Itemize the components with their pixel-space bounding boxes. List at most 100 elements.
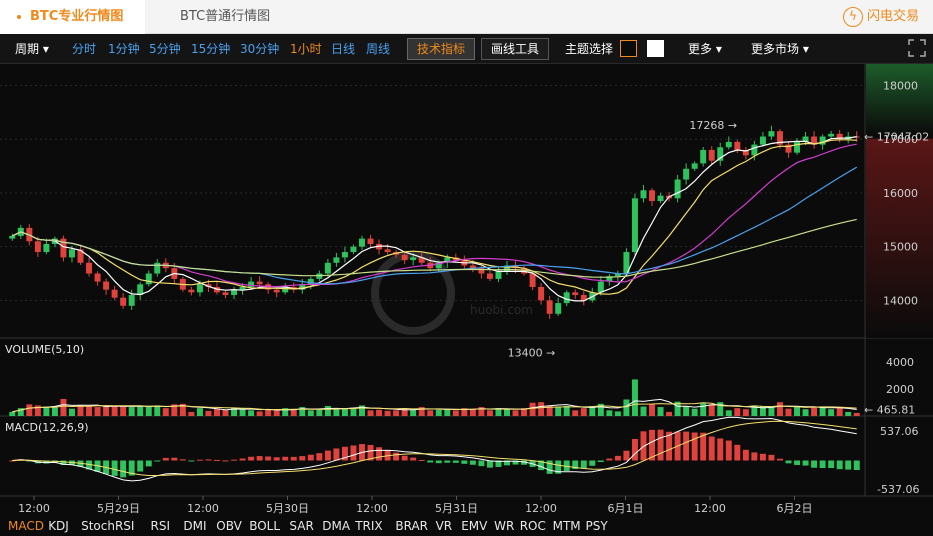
indicator-vr[interactable]: VR bbox=[436, 519, 453, 533]
macd-histogram-bar bbox=[256, 456, 263, 461]
volume-bar bbox=[623, 399, 630, 416]
volume-bar bbox=[631, 379, 638, 416]
candle-down bbox=[273, 289, 280, 293]
technical-indicators-button[interactable]: 技术指标 bbox=[407, 38, 476, 60]
candle-up bbox=[196, 284, 203, 293]
macd-histogram-bar bbox=[162, 457, 169, 461]
flash-trade-link[interactable]: ϟ 闪电交易 bbox=[842, 6, 919, 28]
macd-histogram-bar bbox=[282, 456, 289, 461]
more-dropdown[interactable]: 更多 ▾ bbox=[688, 34, 722, 64]
fullscreen-icon[interactable] bbox=[907, 38, 927, 60]
volume-bar bbox=[68, 408, 75, 416]
chevron-down-icon: ▾ bbox=[799, 42, 809, 56]
candle-up bbox=[145, 273, 152, 285]
macd-histogram-bar bbox=[401, 455, 408, 461]
indicator-boll[interactable]: BOLL bbox=[249, 519, 280, 533]
indicator-roc[interactable]: ROC bbox=[520, 519, 546, 533]
price-tick-label: 18000 bbox=[883, 79, 918, 92]
candle-up bbox=[68, 249, 75, 258]
volume-bar bbox=[376, 409, 383, 416]
volume-bar bbox=[725, 410, 732, 416]
interval-30min[interactable]: 30分钟 bbox=[240, 34, 279, 64]
x-tick-label: 5月30日 bbox=[266, 502, 309, 515]
indicator-bar: MACD KDJ StochRSI RSI DMI OBV BOLL SAR DMA TRIX BR… bbox=[0, 517, 933, 536]
dark-theme-swatch[interactable] bbox=[620, 40, 637, 57]
macd-histogram-bar bbox=[734, 444, 741, 461]
candle-up bbox=[128, 295, 135, 306]
volume-bar bbox=[111, 405, 118, 416]
interval-15min[interactable]: 15分钟 bbox=[191, 34, 230, 64]
indicator-kdj[interactable]: KDJ bbox=[48, 519, 69, 533]
volume-bar bbox=[486, 410, 493, 416]
indicator-psy[interactable]: PSY bbox=[586, 519, 608, 533]
macd-histogram-bar bbox=[811, 460, 818, 468]
macd-histogram-bar bbox=[205, 459, 212, 461]
candle-up bbox=[333, 257, 340, 263]
macd-histogram-bar bbox=[154, 460, 161, 462]
indicator-wr[interactable]: WR bbox=[494, 519, 514, 533]
macd-histogram-bar bbox=[708, 436, 715, 461]
interval-daily[interactable]: 日线 bbox=[331, 34, 355, 64]
volume-bar bbox=[811, 407, 818, 416]
interval-weekly[interactable]: 周线 bbox=[366, 34, 390, 64]
volume-bar bbox=[802, 409, 809, 416]
price-tick-label: 16000 bbox=[883, 187, 918, 200]
volume-bar bbox=[649, 404, 656, 416]
more-label: 更多 bbox=[688, 42, 713, 56]
indicator-brar[interactable]: BRAR bbox=[395, 519, 428, 533]
macd-histogram-bar bbox=[478, 460, 485, 467]
macd-histogram-bar bbox=[410, 457, 417, 461]
indicator-dmi[interactable]: DMI bbox=[183, 519, 206, 533]
x-tick-label: 5月29日 bbox=[97, 502, 140, 515]
volume-bar bbox=[555, 406, 562, 416]
indicator-dma[interactable]: DMA bbox=[322, 519, 350, 533]
volume-bar bbox=[324, 405, 331, 416]
indicator-rsi[interactable]: RSI bbox=[151, 519, 171, 533]
drawing-tools-button[interactable]: 画线工具 bbox=[481, 38, 550, 60]
candle-up bbox=[555, 303, 562, 314]
light-theme-swatch[interactable] bbox=[647, 40, 664, 57]
interval-5min[interactable]: 5分钟 bbox=[149, 34, 181, 64]
tab-normal-chart[interactable]: BTC普通行情图 bbox=[180, 0, 270, 34]
flash-trade-label: 闪电交易 bbox=[866, 9, 919, 24]
volume-bar bbox=[845, 411, 852, 416]
candle-up bbox=[239, 286, 246, 290]
candle-down bbox=[384, 249, 391, 253]
indicator-macd[interactable]: MACD bbox=[8, 519, 44, 533]
volume-bar bbox=[640, 406, 647, 416]
macd-tick-label: 537.06 bbox=[880, 425, 919, 438]
macd-histogram-bar bbox=[333, 448, 340, 461]
more-markets-dropdown[interactable]: 更多市场 ▾ bbox=[751, 34, 809, 64]
indicator-obv[interactable]: OBV bbox=[216, 519, 242, 533]
macd-histogram-bar bbox=[486, 460, 493, 468]
macd-histogram-bar bbox=[111, 460, 118, 476]
volume-bar bbox=[145, 405, 152, 416]
macd-histogram-bar bbox=[461, 460, 468, 464]
indicator-emv[interactable]: EMV bbox=[461, 519, 487, 533]
x-tick-label: 12:00 bbox=[694, 502, 726, 515]
macd-histogram-bar bbox=[273, 457, 280, 461]
price-chart[interactable]: huobi.com 1800017000160001500014000← 170… bbox=[0, 64, 933, 517]
candle-up bbox=[794, 141, 801, 153]
volume-bar bbox=[452, 410, 459, 416]
tab-pro-chart[interactable]: BTC专业行情图 bbox=[0, 0, 145, 34]
fullscreen-glyph bbox=[908, 39, 926, 57]
indicator-trix[interactable]: TRIX bbox=[355, 519, 382, 533]
indicator-mtm[interactable]: MTM bbox=[553, 519, 581, 533]
price-tick-label: 15000 bbox=[883, 241, 918, 254]
indicator-sar[interactable]: SAR bbox=[289, 519, 313, 533]
macd-histogram-bar bbox=[299, 456, 306, 461]
macd-histogram-bar bbox=[188, 460, 195, 462]
interval-timeline[interactable]: 分时 bbox=[72, 34, 96, 64]
candle-down bbox=[538, 286, 545, 301]
macd-histogram-bar bbox=[853, 460, 860, 471]
macd-histogram-bar bbox=[290, 456, 297, 461]
price-tick-label: 14000 bbox=[883, 294, 918, 307]
interval-1hour[interactable]: 1小时 bbox=[290, 34, 322, 64]
interval-1min[interactable]: 1分钟 bbox=[108, 34, 140, 64]
macd-histogram-bar bbox=[179, 459, 186, 461]
candle-down bbox=[86, 262, 93, 274]
candle-up bbox=[359, 238, 365, 247]
indicator-stochrsi[interactable]: StochRSI bbox=[81, 519, 134, 533]
period-dropdown[interactable]: 周期 ▾ bbox=[15, 34, 49, 64]
